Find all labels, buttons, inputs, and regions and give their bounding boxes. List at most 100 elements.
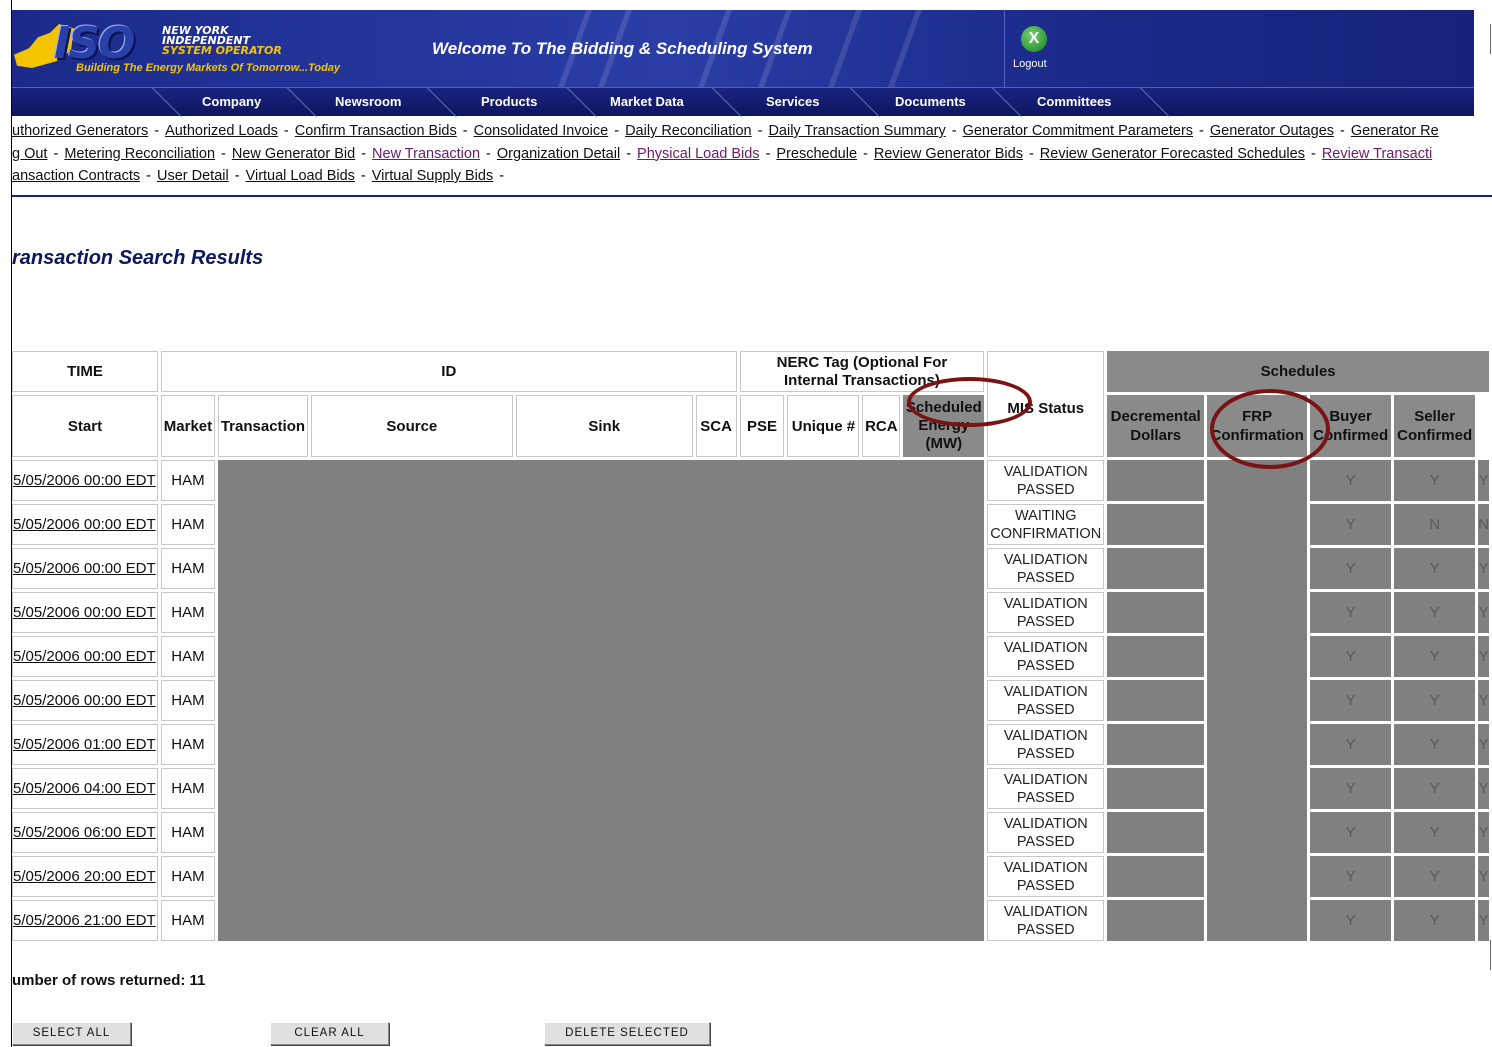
cell-start: 5/05/2006 00:00 EDT <box>12 460 158 501</box>
clear-all-button[interactable]: CLEAR ALL <box>270 1022 389 1045</box>
cell-scheduled-energy <box>1107 592 1205 633</box>
nav-products[interactable]: Products <box>481 94 537 109</box>
start-time-link[interactable]: 5/05/2006 00:00 EDT <box>13 560 156 577</box>
nav-services[interactable]: Services <box>766 94 820 109</box>
start-time-link[interactable]: 5/05/2006 00:00 EDT <box>13 648 156 665</box>
mis-status-line1: VALIDATION <box>1003 463 1088 480</box>
nav-link[interactable]: New Generator Bid <box>232 146 355 162</box>
delete-selected-button[interactable]: DELETE SELECTED <box>544 1022 710 1045</box>
col-frp-1: FRP <box>1242 408 1273 425</box>
mis-status-line2: PASSED <box>1016 877 1075 894</box>
nav-link[interactable]: Confirm Transaction Bids <box>295 123 457 139</box>
col-frp-2: Confirmation <box>1210 427 1304 444</box>
mis-status-line2: PASSED <box>1016 833 1075 850</box>
cell-seller: Y <box>1478 548 1489 589</box>
nav-link[interactable]: ansaction Contracts <box>12 168 140 184</box>
col-scheduled-energy-1: Scheduled <box>905 399 982 416</box>
link-separator: - <box>53 145 59 162</box>
col-seller-1: Seller <box>1414 408 1456 425</box>
link-separator: - <box>499 168 505 184</box>
nav-documents[interactable]: Documents <box>895 94 966 109</box>
nav-link[interactable]: Daily Reconciliation <box>625 123 752 139</box>
nav-link[interactable]: User Detail <box>157 168 229 184</box>
link-separator: - <box>765 145 771 162</box>
col-rca: RCA <box>862 395 901 457</box>
cell-buyer: Y <box>1394 592 1476 633</box>
nav-link[interactable]: New Transaction <box>372 146 480 162</box>
start-time-link[interactable]: 5/05/2006 01:00 EDT <box>13 736 156 753</box>
link-separator: - <box>360 168 366 184</box>
col-unique: Unique # <box>787 395 860 457</box>
nav-link[interactable]: Review Generator Forecasted Schedules <box>1040 146 1305 162</box>
nav-newsroom[interactable]: Newsroom <box>335 94 401 109</box>
results-body: 5/05/2006 00:00 EDT HAM VALIDATION PASSED Y Y… <box>12 460 1489 941</box>
nav-link[interactable]: Metering Reconciliation <box>64 146 215 162</box>
nav-link[interactable]: Organization Detail <box>497 146 620 162</box>
nav-link[interactable]: Daily Transaction Summary <box>768 123 945 139</box>
nav-link[interactable]: g Out <box>12 146 47 162</box>
start-time-link[interactable]: 5/05/2006 00:00 EDT <box>13 604 156 621</box>
nav-link[interactable]: Authorized Loads <box>165 123 278 139</box>
col-seller-2: Confirmed <box>1397 427 1473 444</box>
start-time-link[interactable]: 5/05/2006 00:00 EDT <box>13 472 156 489</box>
nav-link[interactable]: Generator Commitment Parameters <box>963 123 1193 139</box>
cell-buyer: Y <box>1394 460 1476 501</box>
col-sink: Sink <box>515 395 693 457</box>
link-separator: - <box>863 145 868 162</box>
col-start: Start <box>12 395 158 457</box>
link-separator: - <box>146 168 151 184</box>
nav-link[interactable]: Review Generator Bids <box>874 146 1023 162</box>
select-all-button[interactable]: SELECT ALL <box>12 1022 131 1045</box>
nav-committees[interactable]: Committees <box>1037 94 1111 109</box>
cell-scheduled-energy <box>1107 504 1205 545</box>
welcome-title: Welcome To The Bidding & Scheduling Syst… <box>432 39 813 58</box>
header-time: TIME <box>12 351 158 392</box>
results-table: TIME ID NERC Tag (Optional For Internal … <box>9 348 1492 944</box>
cell-frp: Y <box>1310 504 1392 545</box>
nav-link[interactable]: Physical Load Bids <box>637 146 760 162</box>
link-separator: - <box>283 123 289 139</box>
col-scheduled-energy: Scheduled Energy (MW) <box>903 395 985 457</box>
nav-link[interactable]: Preschedule <box>776 146 857 162</box>
cell-market: HAM <box>160 900 215 941</box>
nav-company[interactable]: Company <box>202 94 261 109</box>
function-links: uthorized Generators - Authorized Loads - Co… <box>12 120 1492 190</box>
nav-link[interactable]: Generator Re <box>1351 123 1439 139</box>
scroll-edge <box>1490 24 1491 54</box>
mis-status-line2: PASSED <box>1016 921 1075 938</box>
site-banner: ISO NEW YORK INDEPENDENT SYSTEM OPERATOR… <box>12 10 1474 87</box>
nav-link[interactable]: Generator Outages <box>1210 123 1334 139</box>
start-time-link[interactable]: 5/05/2006 04:00 EDT <box>13 780 156 797</box>
nav-link[interactable]: Virtual Load Bids <box>246 168 355 184</box>
nav-link[interactable]: Virtual Supply Bids <box>372 168 493 184</box>
nav-market-data[interactable]: Market Data <box>610 94 684 109</box>
start-time-link[interactable]: 5/05/2006 00:00 EDT <box>13 516 156 533</box>
start-time-link[interactable]: 5/05/2006 00:00 EDT <box>13 692 156 709</box>
start-time-link[interactable]: 5/05/2006 21:00 EDT <box>13 912 156 929</box>
cell-start: 5/05/2006 21:00 EDT <box>12 900 158 941</box>
mis-status-line1: VALIDATION <box>1003 815 1088 832</box>
cell-start: 5/05/2006 20:00 EDT <box>12 856 158 897</box>
nav-link[interactable]: Consolidated Invoice <box>474 123 609 139</box>
cell-frp: Y <box>1310 680 1392 721</box>
cell-frp: Y <box>1310 636 1392 677</box>
col-pse: PSE <box>739 395 785 457</box>
link-separator: - <box>1199 123 1204 139</box>
logout-link[interactable]: Logout <box>1013 58 1047 70</box>
start-time-link[interactable]: 5/05/2006 06:00 EDT <box>13 824 156 841</box>
mis-status-line1: VALIDATION <box>1003 683 1088 700</box>
cell-mis-status: VALIDATION PASSED <box>987 548 1105 589</box>
header-mis-status: MIS Status <box>987 351 1105 457</box>
cell-buyer: Y <box>1394 856 1476 897</box>
nav-link[interactable]: Review Transacti <box>1322 146 1432 162</box>
cell-seller: Y <box>1478 680 1489 721</box>
start-time-link[interactable]: 5/05/2006 20:00 EDT <box>13 868 156 885</box>
mis-status-line2: PASSED <box>1016 745 1075 762</box>
col-scheduled-energy-3: (MW) <box>925 435 963 452</box>
logout-icon[interactable]: X <box>1021 26 1047 52</box>
cell-start: 5/05/2006 00:00 EDT <box>12 548 158 589</box>
nav-link[interactable]: uthorized Generators <box>12 123 148 139</box>
logo-line-3: SYSTEM OPERATOR <box>162 44 282 57</box>
col-buyer-1: Buyer <box>1329 408 1372 425</box>
cell-market: HAM <box>160 768 215 809</box>
